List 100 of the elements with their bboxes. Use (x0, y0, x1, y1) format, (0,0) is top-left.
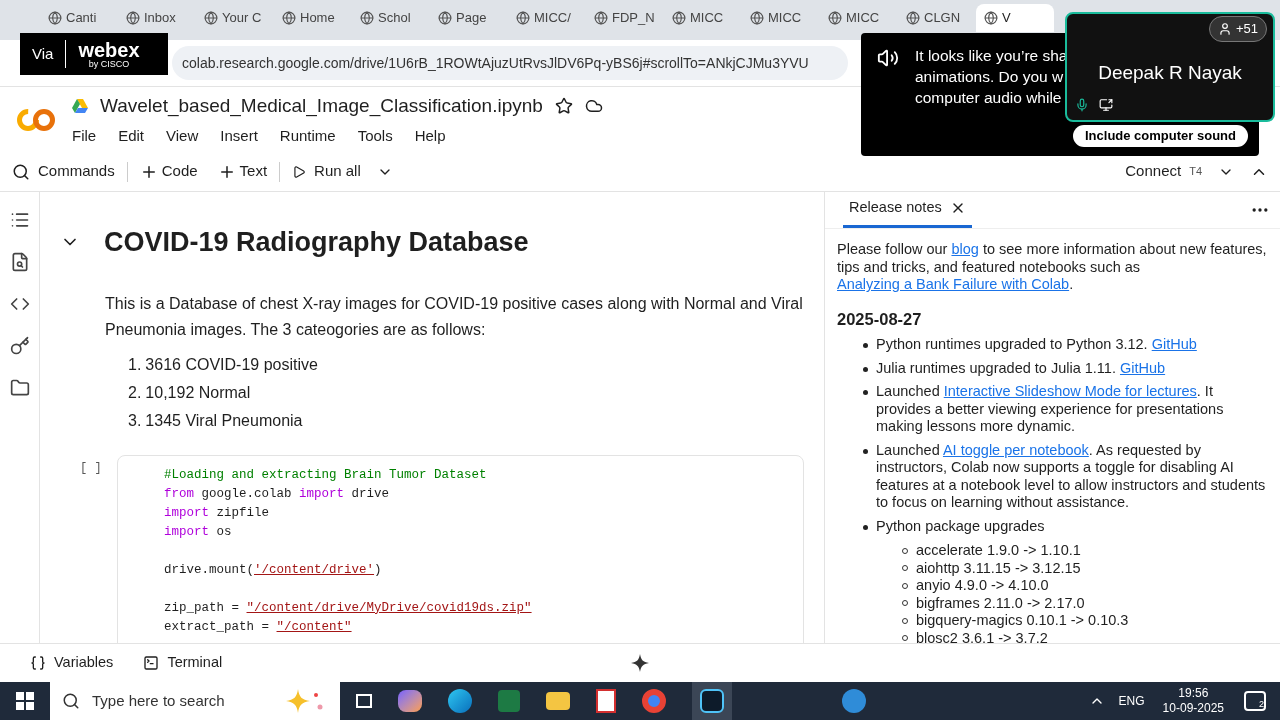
menu-item[interactable]: Runtime (279, 124, 336, 147)
code-line: extract_path = "/content" (164, 618, 353, 636)
terminal-icon (143, 655, 160, 671)
tab-favicon-icon (516, 11, 530, 25)
release-note-item: Launched AI toggle per notebook. As requested by instructors, Colab now supports a toggle for disabling AI features at a notebook level to allow instructors and students to focus on learning without assistance. (876, 441, 1267, 512)
browser-tab[interactable]: Canti (40, 4, 118, 32)
tab-favicon-icon (204, 11, 218, 25)
tab-favicon-icon (282, 11, 296, 25)
speaker-icon (877, 47, 899, 69)
bullet-icon (863, 343, 868, 349)
browser-tab[interactable]: Your C (196, 4, 274, 32)
braces-icon (30, 655, 46, 671)
menu-item[interactable]: Tools (357, 124, 393, 147)
release-note-item: Julia runtimes upgraded to Julia 1.11. GitHub (876, 359, 1166, 378)
browser-tab[interactable]: MICC/ (508, 4, 586, 32)
taskbar-search-field[interactable]: Type here to search (50, 682, 340, 720)
browser-tab[interactable]: MICC (820, 4, 898, 32)
prompt-text: animations. Do you w (915, 67, 1065, 87)
webex-app-icon[interactable] (692, 682, 732, 720)
menu-item[interactable]: Help (414, 124, 446, 147)
package-upgrade: bigframes 2.11.0 -> 2.17.0 (916, 594, 1085, 613)
browser-tab[interactable]: FDP_N (586, 4, 664, 32)
tab-favicon-icon (438, 11, 452, 25)
package-upgrade: accelerate 1.9.0 -> 1.10.1 (916, 542, 1081, 560)
bullet-icon (863, 448, 868, 454)
table-of-contents-icon[interactable] (9, 210, 30, 230)
code-line: #Loading and extracting Brain Tumor Dataset (164, 466, 488, 484)
notification-button[interactable]: 2 (1244, 691, 1266, 711)
terminal-button[interactable]: Terminal (143, 652, 223, 674)
release-notes-tab[interactable]: Release notes (843, 197, 972, 229)
variables-button[interactable]: Variables (30, 652, 114, 674)
link[interactable]: GitHub (1151, 336, 1197, 353)
webex-badge: Via webex by CISCO (20, 33, 168, 75)
address-bar[interactable]: colab.research.google.com/drive/1U6rB_1ROWtAjuzUtRvsJlDV6Pq-yBS6j#scrollTo=ANkjCJMu3YVU (172, 46, 848, 80)
list-number: 2. (128, 382, 142, 403)
menu-item[interactable]: Insert (220, 124, 258, 147)
folder-icon[interactable] (9, 378, 30, 398)
browser-tab[interactable]: Schol (352, 4, 430, 32)
key-icon[interactable] (9, 336, 30, 356)
browser-tab[interactable]: V (976, 4, 1054, 32)
release-date-heading: 2025-08-27 (837, 310, 923, 329)
sparkle-icon[interactable] (631, 654, 649, 672)
release-note-item: Python package upgrades (876, 517, 1046, 536)
release-note-item: Python runtimes upgraded to Python 3.12. GitHub (876, 336, 1197, 354)
tab-favicon-icon (906, 11, 920, 25)
folder-app-icon[interactable] (546, 692, 570, 710)
colab-logo-icon (16, 107, 56, 132)
microphone-icon[interactable] (1075, 98, 1089, 112)
package-upgrade: bigquery-magics 0.10.1 -> 0.10.3 (916, 612, 1129, 630)
link[interactable]: blog (951, 241, 979, 258)
commands-button[interactable]: Commands (12, 160, 127, 183)
clock-time[interactable]: 19:56 (1178, 686, 1209, 701)
link[interactable]: AI toggle per notebook (942, 441, 1089, 458)
browser-tab[interactable]: CLGN (898, 4, 976, 32)
include-sound-button[interactable]: Include computer sound (1073, 125, 1248, 147)
star-icon[interactable] (554, 97, 573, 116)
language-indicator[interactable]: ENG (1118, 692, 1145, 710)
help-icon[interactable] (842, 689, 866, 713)
chrome-icon[interactable] (642, 689, 666, 713)
share-screen-icon[interactable] (1099, 98, 1113, 112)
bullet-icon (863, 366, 868, 372)
tab-favicon-icon (360, 11, 374, 25)
browser-tab[interactable]: MICC (664, 4, 742, 32)
participant-count[interactable]: +51 (1208, 16, 1267, 42)
release-note-item: Launched Interactive Slideshow Mode for lectures. It provides a better viewing experience for presentations making lessons more dynamic. (876, 383, 1225, 436)
code-cell[interactable] (117, 454, 804, 643)
tab-favicon-icon (594, 11, 608, 25)
run-all-button[interactable]: Run all (284, 160, 369, 183)
browser-tab[interactable]: Inbox (118, 4, 196, 32)
list-number: 1. (128, 354, 142, 375)
menu-item[interactable]: File (72, 124, 97, 147)
windows-start-icon[interactable] (16, 692, 34, 710)
package-upgrade: blosc2 3.6.1 -> 3.7.2 (916, 629, 1048, 643)
connect-button[interactable]: Connect T4 (1117, 160, 1210, 183)
person-icon (1217, 22, 1232, 36)
package-upgrade: anyio 4.9.0 -> 4.10.0 (916, 577, 1049, 595)
list-item: 10,192 Normal (145, 382, 251, 403)
link[interactable]: GitHub (1119, 359, 1166, 376)
link[interactable]: Interactive Slideshow Mode for lectures (943, 383, 1197, 400)
pdf-app-icon[interactable] (596, 689, 616, 713)
code-line: from google.colab import drive (164, 485, 391, 503)
add-text-button[interactable]: Text (209, 160, 276, 183)
menu-item[interactable]: View (166, 124, 199, 147)
browser-tab[interactable]: Page (430, 4, 508, 32)
section-heading: COVID-19 Radiography Database (104, 226, 529, 259)
bullet-icon (863, 524, 868, 530)
play-icon (292, 164, 307, 179)
tab-favicon-icon (750, 11, 764, 25)
task-view-icon[interactable] (356, 694, 372, 708)
edge-icon[interactable] (448, 689, 472, 713)
copilot-icon[interactable] (398, 690, 422, 712)
cell-run-prompt[interactable]: [ ] (60, 454, 117, 643)
tab-favicon-icon (984, 11, 998, 25)
clock-date[interactable]: 10-09-2025 (1162, 701, 1224, 716)
browser-tab[interactable]: Home (274, 4, 352, 32)
browser-tab[interactable]: MICC (742, 4, 820, 32)
notebook-title[interactable]: Wavelet_based_Medical_Image_Classification.ipynb (100, 92, 543, 121)
tab-favicon-icon (48, 11, 62, 25)
menu-item[interactable]: Edit (118, 124, 145, 147)
add-code-button[interactable]: Code (127, 160, 210, 183)
